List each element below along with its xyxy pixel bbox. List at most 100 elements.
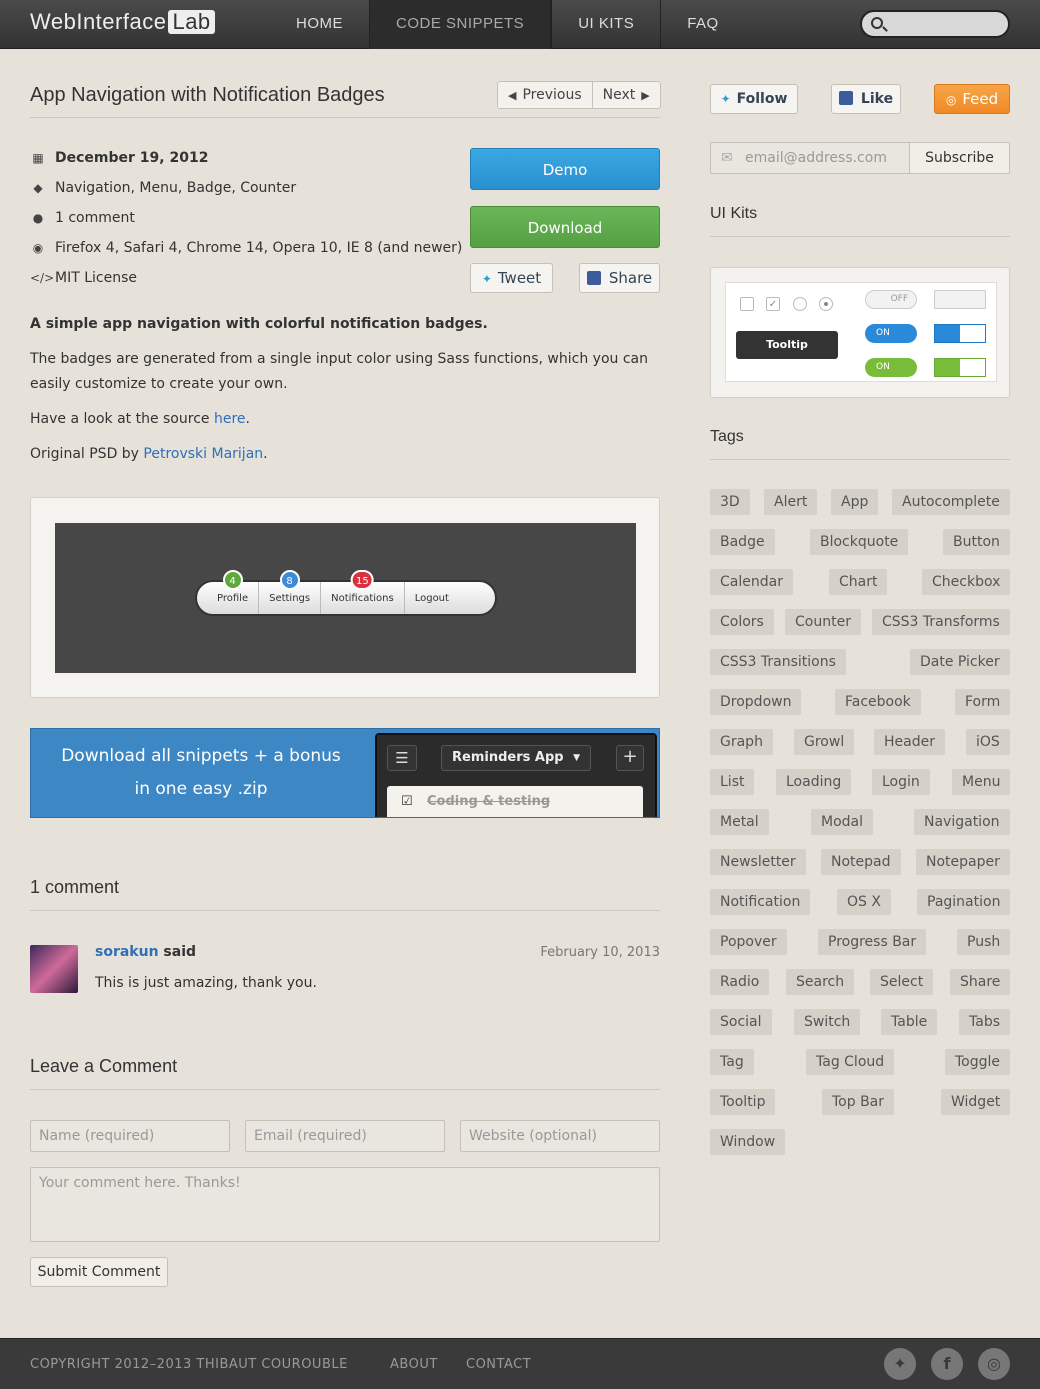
tag-item[interactable]: Counter — [785, 609, 861, 635]
comment-textarea[interactable]: Your comment here. Thanks! — [30, 1167, 660, 1242]
ui-kits-preview[interactable]: ✓ Tooltip OFF ON ON — [710, 267, 1010, 398]
newsletter-email-field[interactable]: ✉ email@address.com — [710, 142, 910, 174]
tag-item[interactable]: Select — [870, 969, 934, 995]
tag-item[interactable]: Navigation — [914, 809, 1010, 835]
tag-item[interactable]: Progress Bar — [818, 929, 927, 955]
demo-nav-logout[interactable]: Logout — [403, 582, 459, 614]
switch-on-green-sample — [934, 358, 986, 377]
site-logo[interactable]: WebInterface Lab — [30, 9, 215, 35]
tag-item[interactable]: Button — [943, 529, 1010, 555]
tag-item[interactable]: Header — [874, 729, 945, 755]
tag-item[interactable]: Checkbox — [922, 569, 1011, 595]
follow-label: Follow — [736, 91, 788, 107]
comment-author-link[interactable]: sorakun — [95, 944, 159, 960]
nav-home[interactable]: HOME — [270, 0, 369, 49]
tag-item[interactable]: Loading — [776, 769, 852, 795]
tag-item[interactable]: Search — [786, 969, 855, 995]
demo-nav-profile[interactable]: 4 Profile — [207, 570, 258, 614]
demo-screen: 4 Profile 8 Settings 15 Notifications Logou… — [55, 523, 636, 673]
tag-item[interactable]: Top Bar — [822, 1089, 895, 1115]
follow-button[interactable]: ✦ Follow — [710, 84, 798, 114]
download-button[interactable]: Download — [470, 206, 660, 248]
demo-nav-settings[interactable]: 8 Settings — [258, 570, 320, 614]
tag-item[interactable]: Form — [955, 689, 1011, 715]
tag-item[interactable]: Blockquote — [810, 529, 909, 555]
tag-item[interactable]: Facebook — [835, 689, 921, 715]
tag-item[interactable]: Menu — [952, 769, 1011, 795]
footer: COPYRIGHT 2012–2013 THIBAUT COUROUBLE AB… — [0, 1338, 1040, 1389]
tag-item[interactable]: 3D — [710, 489, 750, 515]
feed-button[interactable]: ◎ Feed — [934, 84, 1010, 114]
tag-item[interactable]: Notification — [710, 889, 811, 915]
tag-item[interactable]: Calendar — [710, 569, 793, 595]
tag-item[interactable]: Share — [950, 969, 1011, 995]
tag-item[interactable]: Notepad — [821, 849, 901, 875]
badge-notifications: 15 — [351, 570, 374, 590]
tag-item[interactable]: Date Picker — [910, 649, 1010, 675]
tag-item[interactable]: Tag Cloud — [806, 1049, 895, 1075]
tag-item[interactable]: Toggle — [945, 1049, 1011, 1075]
tweet-button[interactable]: ✦ Tweet — [470, 263, 553, 293]
source-paragraph: Have a look at the source here. — [30, 407, 660, 432]
tag-item[interactable]: Window — [710, 1129, 786, 1155]
source-link[interactable]: here — [214, 411, 246, 427]
twitter-icon[interactable]: ✦ — [884, 1348, 916, 1380]
tag-item[interactable]: List — [710, 769, 755, 795]
next-button[interactable]: Next ▶ — [591, 82, 660, 108]
submit-comment-button[interactable]: Submit Comment — [30, 1257, 168, 1287]
tag-item[interactable]: Alert — [764, 489, 818, 515]
website-field[interactable]: Website (optional) — [460, 1120, 660, 1152]
footer-about-link[interactable]: ABOUT — [390, 1357, 438, 1372]
calendar-icon: ▦ — [32, 151, 44, 165]
tag-item[interactable]: Tag — [710, 1049, 754, 1075]
tag-item[interactable]: Newsletter — [710, 849, 806, 875]
like-button[interactable]: Like — [831, 84, 901, 114]
top-bar: WebInterface Lab HOME CODE SNIPPETS UI KI… — [0, 0, 1040, 49]
tag-item[interactable]: CSS3 Transforms — [872, 609, 1010, 635]
comments-count-link[interactable]: 1 comment — [55, 210, 135, 226]
tag-item[interactable]: Badge — [710, 529, 775, 555]
footer-contact-link[interactable]: CONTACT — [466, 1357, 531, 1372]
email-field[interactable]: Email (required) — [245, 1120, 445, 1152]
tag-item[interactable]: Modal — [811, 809, 873, 835]
tag-item[interactable]: Social — [710, 1009, 772, 1035]
tag-item[interactable]: Tooltip — [710, 1089, 776, 1115]
tag-item[interactable]: Colors — [710, 609, 774, 635]
previous-button[interactable]: ◀ Previous — [498, 82, 592, 108]
tag-item[interactable]: Notepaper — [916, 849, 1010, 875]
demo-nav-notifications[interactable]: 15 Notifications — [320, 570, 404, 614]
download-promo-banner[interactable]: Download all snippets + a bonus in one e… — [30, 728, 660, 818]
tag-item[interactable]: App — [831, 489, 879, 515]
tag-item[interactable]: Login — [872, 769, 930, 795]
nav-faq[interactable]: FAQ — [660, 0, 745, 49]
tag-item[interactable]: Chart — [829, 569, 888, 595]
tag-item[interactable]: Radio — [710, 969, 770, 995]
search-input[interactable] — [860, 10, 1010, 38]
tag-item[interactable]: Growl — [794, 729, 855, 755]
source-text: Have a look at the source — [30, 411, 214, 427]
share-button[interactable]: Share — [579, 263, 660, 293]
tag-item[interactable]: Metal — [710, 809, 769, 835]
tag-item[interactable]: CSS3 Transitions — [710, 649, 846, 675]
tag-item[interactable]: Switch — [794, 1009, 861, 1035]
tag-item[interactable]: Dropdown — [710, 689, 802, 715]
tag-item[interactable]: Pagination — [917, 889, 1011, 915]
tag-item[interactable]: OS X — [837, 889, 891, 915]
tag-item[interactable]: Popover — [710, 929, 787, 955]
tag-item[interactable]: Autocomplete — [892, 489, 1010, 515]
nav-code-snippets[interactable]: CODE SNIPPETS — [369, 0, 552, 49]
tag-item[interactable]: iOS — [966, 729, 1010, 755]
subscribe-button[interactable]: Subscribe — [909, 142, 1010, 174]
facebook-icon[interactable]: f — [931, 1348, 963, 1380]
tag-item[interactable]: Push — [957, 929, 1011, 955]
tag-item[interactable]: Graph — [710, 729, 773, 755]
promo-app-item: ☑ Coding & testing — [387, 786, 643, 817]
tag-item[interactable]: Tabs — [959, 1009, 1010, 1035]
rss-icon[interactable]: ◎ — [978, 1348, 1010, 1380]
author-link[interactable]: Petrovski Marijan — [143, 446, 263, 462]
name-field[interactable]: Name (required) — [30, 1120, 230, 1152]
demo-button[interactable]: Demo — [470, 148, 660, 190]
nav-ui-kits[interactable]: UI KITS — [551, 0, 660, 49]
tag-item[interactable]: Widget — [941, 1089, 1011, 1115]
tag-item[interactable]: Table — [881, 1009, 938, 1035]
